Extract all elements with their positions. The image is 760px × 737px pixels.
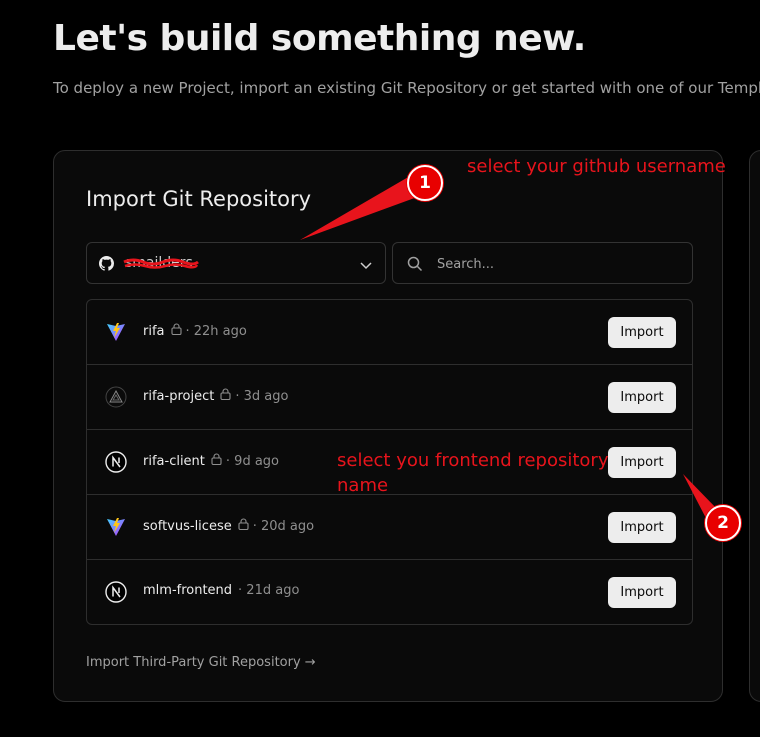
annotation-badge-1: 1 — [407, 165, 443, 201]
annotation-arrows — [300, 176, 718, 522]
annotation-badge-2: 2 — [705, 505, 741, 541]
annotation-text-1: select your github username — [467, 156, 726, 177]
annotation-text-2-line1: select you frontend repository — [337, 450, 609, 471]
arrow-1 — [300, 176, 420, 240]
annotation-text-2-line2: name — [337, 475, 389, 496]
